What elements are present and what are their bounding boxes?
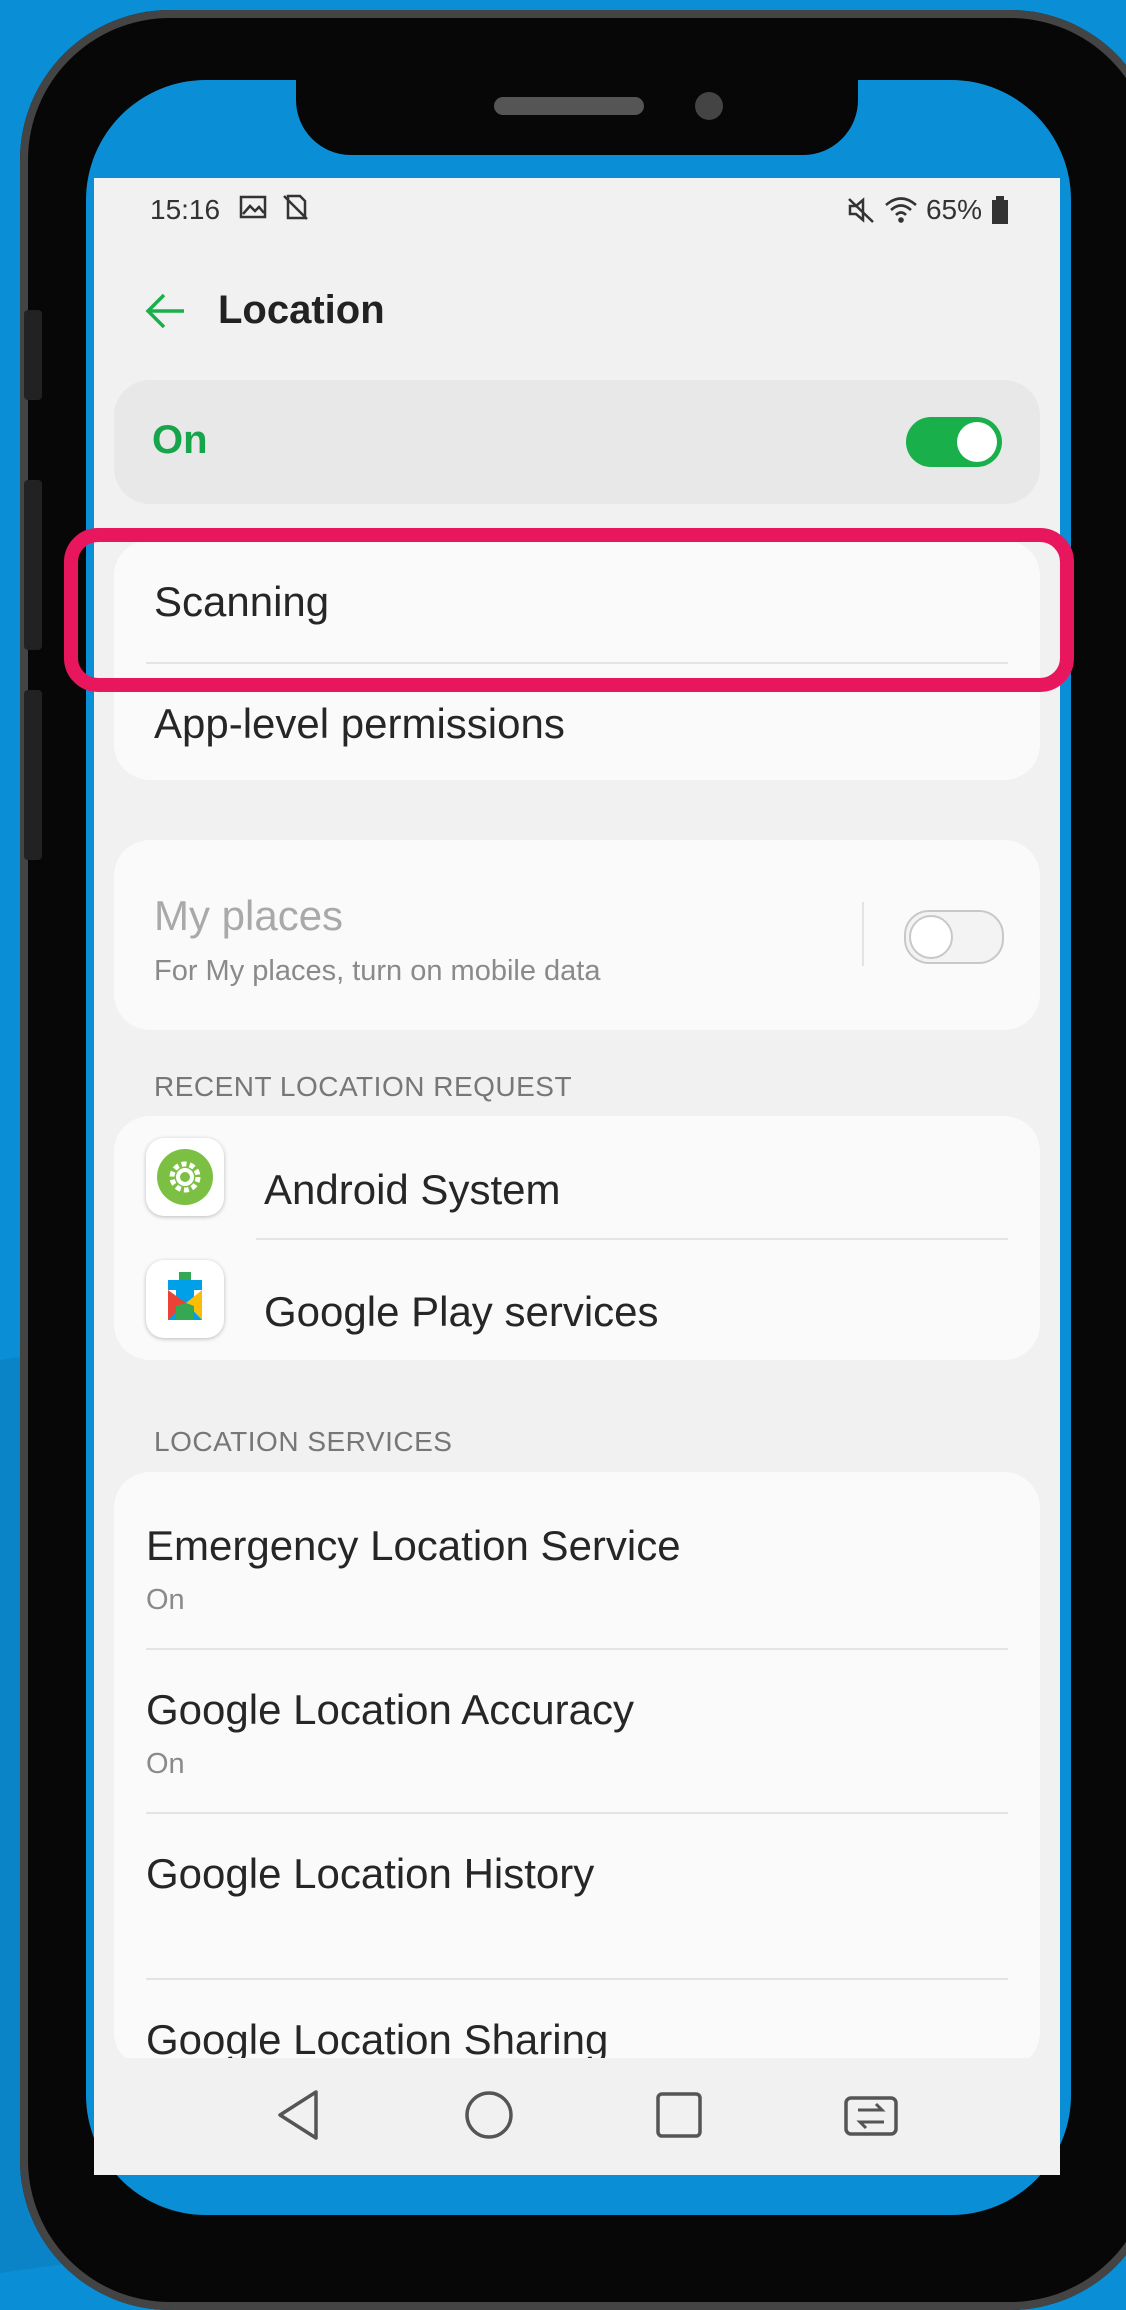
my-places-title: My places <box>154 892 344 939</box>
page-title: Location <box>218 288 385 332</box>
toggle-knob <box>909 915 953 959</box>
status-bar: 15:16 65% <box>94 178 1060 238</box>
highlight-box <box>64 528 1074 692</box>
gallery-icon <box>239 195 267 219</box>
service-status: On <box>146 1584 185 1616</box>
phone-notch <box>296 60 858 155</box>
front-camera <box>695 92 723 120</box>
wifi-icon <box>885 197 917 223</box>
navigation-bar <box>94 2058 1060 2175</box>
no-sim-icon <box>283 194 308 220</box>
phone-side-button <box>24 690 42 860</box>
recent-requests-header: RECENT LOCATION REQUEST <box>154 1071 573 1102</box>
service-status: On <box>146 1748 185 1780</box>
my-places-subtitle: For My places, turn on mobile data <box>154 955 601 987</box>
app-permissions-label: App-level permissions <box>154 700 565 747</box>
location-service-item[interactable]: Emergency Location Service On <box>114 1472 1040 1648</box>
location-services-card: Emergency Location Service On Google Loc… <box>114 1472 1040 2068</box>
google-play-services-icon <box>146 1260 224 1338</box>
location-services-header: LOCATION SERVICES <box>154 1426 453 1457</box>
location-toggle[interactable] <box>906 417 1002 467</box>
toggle-knob <box>957 422 997 462</box>
recent-requests-card: Android System Google Play services <box>114 1116 1040 1360</box>
battery-percent: 65% <box>925 194 982 225</box>
location-service-item[interactable]: Google Location History <box>114 1814 1040 1978</box>
recent-request-item[interactable]: Android System <box>114 1116 1040 1238</box>
recent-request-label: Android System <box>264 1166 561 1213</box>
my-places-toggle[interactable] <box>904 910 1004 964</box>
master-switch-label: On <box>152 418 208 462</box>
app-bar: Location <box>94 268 1060 358</box>
service-label: Google Location Sharing <box>146 2016 609 2063</box>
service-label: Google Location History <box>146 1850 595 1897</box>
location-service-item[interactable]: Google Location Accuracy On <box>114 1650 1040 1812</box>
nav-recents-icon[interactable] <box>644 2080 714 2150</box>
nav-back-icon[interactable] <box>264 2080 334 2150</box>
recent-request-item[interactable]: Google Play services <box>114 1240 1040 1360</box>
my-places-card[interactable]: My places For My places, turn on mobile … <box>114 840 1040 1030</box>
vertical-divider <box>862 902 864 966</box>
location-service-item[interactable]: Google Location Sharing <box>114 1980 1040 2068</box>
speaker-grille <box>494 97 644 115</box>
status-indicators: 65% <box>846 194 1010 226</box>
recent-request-label: Google Play services <box>264 1288 659 1335</box>
phone-side-button <box>24 310 42 400</box>
nav-switch-app-icon[interactable] <box>836 2080 906 2150</box>
nav-home-icon[interactable] <box>454 2080 524 2150</box>
screen: 15:16 65% Location On Scanning App-level… <box>94 178 1060 2175</box>
battery-icon <box>992 196 1008 224</box>
status-time: 15:16 <box>150 194 221 225</box>
android-system-gear-icon <box>146 1138 224 1216</box>
service-label: Google Location Accuracy <box>146 1686 634 1733</box>
back-arrow-icon[interactable] <box>142 288 188 334</box>
location-master-switch[interactable]: On <box>114 380 1040 504</box>
phone-side-button <box>24 480 42 650</box>
mute-icon <box>848 197 874 223</box>
service-label: Emergency Location Service <box>146 1522 681 1569</box>
